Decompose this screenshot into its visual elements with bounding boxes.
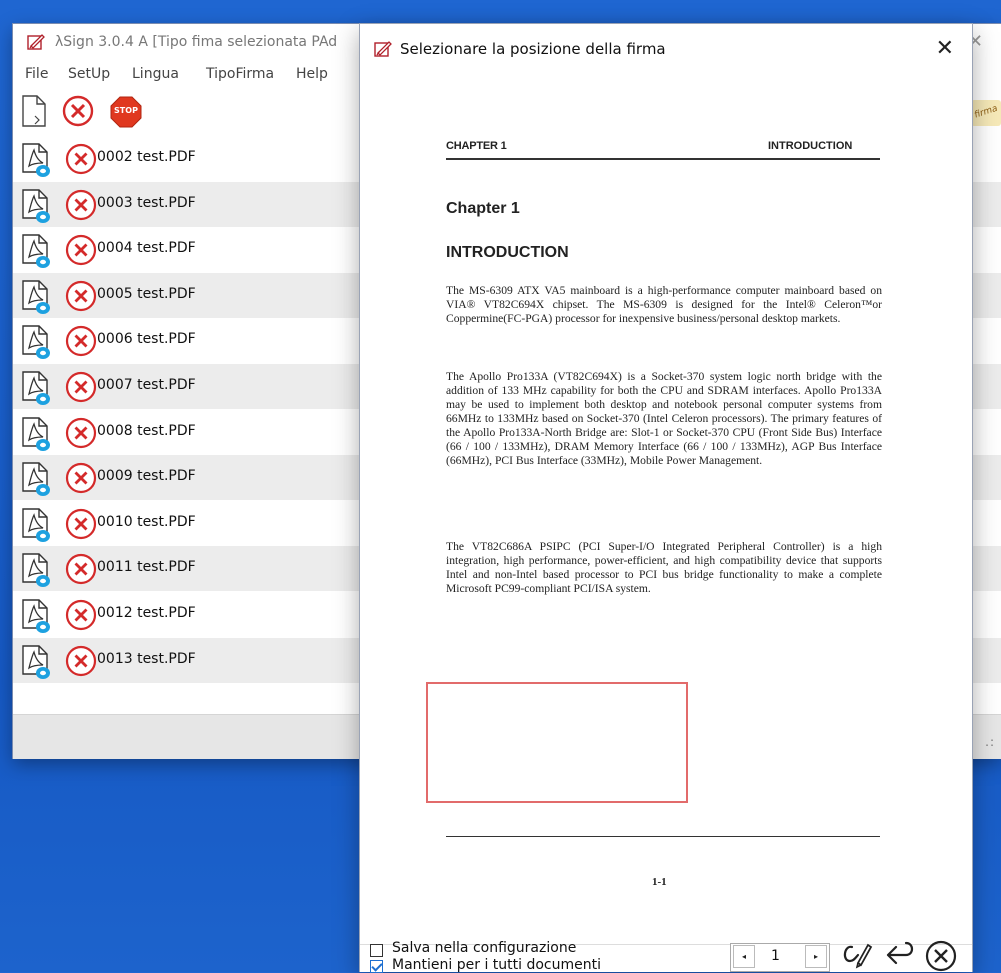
signature-placement-box[interactable] xyxy=(426,682,688,803)
back-arrow-icon[interactable] xyxy=(884,939,918,971)
page-paragraph-1: The MS-6309 ATX VA5 mainboard is a high-… xyxy=(446,284,882,325)
main-window-title: λSign 3.0.4 A [Tipo fima selezionata PAd xyxy=(55,34,338,50)
remove-file-icon[interactable] xyxy=(65,508,97,540)
remove-file-icon[interactable] xyxy=(65,645,97,677)
pdf-file-icon xyxy=(22,599,50,633)
pdf-file-icon xyxy=(22,462,50,497)
page-header-rule xyxy=(446,158,880,160)
remove-file-icon[interactable] xyxy=(65,325,97,357)
pdf-file-icon xyxy=(22,143,50,177)
new-document-icon[interactable] xyxy=(21,94,47,128)
file-name: 0003 test.PDF xyxy=(97,194,196,211)
file-name: 0011 test.PDF xyxy=(97,559,196,576)
file-name: 0007 test.PDF xyxy=(97,377,196,393)
file-name: 0006 test.PDF xyxy=(97,331,196,348)
remove-file-icon[interactable] xyxy=(65,599,97,631)
prev-page-button[interactable]: ◂ xyxy=(733,945,755,968)
pdf-file-icon xyxy=(22,280,50,314)
menu-lingua[interactable]: Lingua xyxy=(132,66,179,82)
file-name: 0009 test.PDF xyxy=(97,468,196,485)
dialog-close-button[interactable]: ✕ xyxy=(936,36,954,61)
cancel-all-icon[interactable] xyxy=(62,95,94,127)
resize-grip[interactable]: .: xyxy=(985,735,995,749)
stop-button[interactable]: STOP xyxy=(110,96,142,128)
file-name: 0012 test.PDF xyxy=(97,605,196,621)
signature-stamp-icon[interactable]: firma xyxy=(971,100,1001,126)
save-config-label: Salva nella configurazione xyxy=(392,940,577,956)
menu-help[interactable]: Help xyxy=(296,66,328,82)
pdf-file-icon xyxy=(22,416,50,451)
page-number: 1-1 xyxy=(652,876,667,888)
dialog-title: Selezionare la posizione della firma xyxy=(400,40,666,58)
next-page-button[interactable]: ▸ xyxy=(805,945,827,968)
page-paragraph-2: The Apollo Pro133A (VT82C694X) is a Sock… xyxy=(446,370,882,467)
page-header-right: INTRODUCTION xyxy=(768,140,853,152)
dialog-title-bar: Selezionare la posizione della firma ✕ xyxy=(360,24,972,76)
pdf-file-icon xyxy=(22,553,50,588)
menu-file[interactable]: File xyxy=(25,66,48,82)
cancel-icon[interactable] xyxy=(924,939,958,973)
save-config-checkbox[interactable] xyxy=(370,944,383,957)
remove-file-icon[interactable] xyxy=(65,417,97,449)
pdf-file-icon xyxy=(22,371,50,405)
file-name: 0013 test.PDF xyxy=(97,650,196,667)
file-name: 0002 test.PDF xyxy=(97,149,196,165)
menu-setup[interactable]: SetUp xyxy=(68,66,110,82)
page-navigator: ◂ 1 ▸ xyxy=(730,943,830,972)
keep-all-label: Mantieni per i tutti documenti xyxy=(392,957,601,973)
pdf-file-icon xyxy=(22,325,50,360)
pdf-file-icon xyxy=(22,644,50,679)
page-chapter-title: Chapter 1 xyxy=(446,200,520,217)
page-paragraph-3: The VT82C686A PSIPC (PCI Super-I/O Integ… xyxy=(446,540,882,595)
signature-pen-icon[interactable] xyxy=(838,939,878,971)
remove-file-icon[interactable] xyxy=(65,189,97,221)
dialog-bottom-bar: Salva nella configurazione Mantieni per … xyxy=(360,940,972,973)
remove-file-icon[interactable] xyxy=(65,553,97,585)
file-name: 0005 test.PDF xyxy=(97,285,196,302)
file-name: 0010 test.PDF xyxy=(97,513,196,530)
pdf-file-icon xyxy=(22,188,50,223)
sign-app-icon xyxy=(374,41,392,57)
page-header-left: CHAPTER 1 xyxy=(446,140,507,152)
page-footer-rule xyxy=(446,836,880,837)
keep-all-checkbox[interactable] xyxy=(370,960,383,973)
sign-app-icon xyxy=(27,34,45,50)
pdf-file-icon xyxy=(22,234,50,269)
remove-file-icon[interactable] xyxy=(65,143,97,175)
pdf-page-preview[interactable]: CHAPTER 1 INTRODUCTION Chapter 1 INTRODU… xyxy=(360,78,972,944)
remove-file-icon[interactable] xyxy=(65,234,97,266)
page-heading: INTRODUCTION xyxy=(446,244,569,261)
remove-file-icon[interactable] xyxy=(65,462,97,494)
remove-file-icon[interactable] xyxy=(65,371,97,403)
current-page-number[interactable]: 1 xyxy=(771,948,780,964)
stop-label: STOP xyxy=(114,106,138,115)
signature-position-dialog: Selezionare la posizione della firma ✕ C… xyxy=(360,24,972,973)
menu-tipofirma[interactable]: TipoFirma xyxy=(206,66,274,82)
file-name: 0004 test.PDF xyxy=(97,240,196,257)
file-name: 0008 test.PDF xyxy=(97,422,196,439)
remove-file-icon[interactable] xyxy=(65,280,97,312)
pdf-file-icon xyxy=(22,508,50,542)
